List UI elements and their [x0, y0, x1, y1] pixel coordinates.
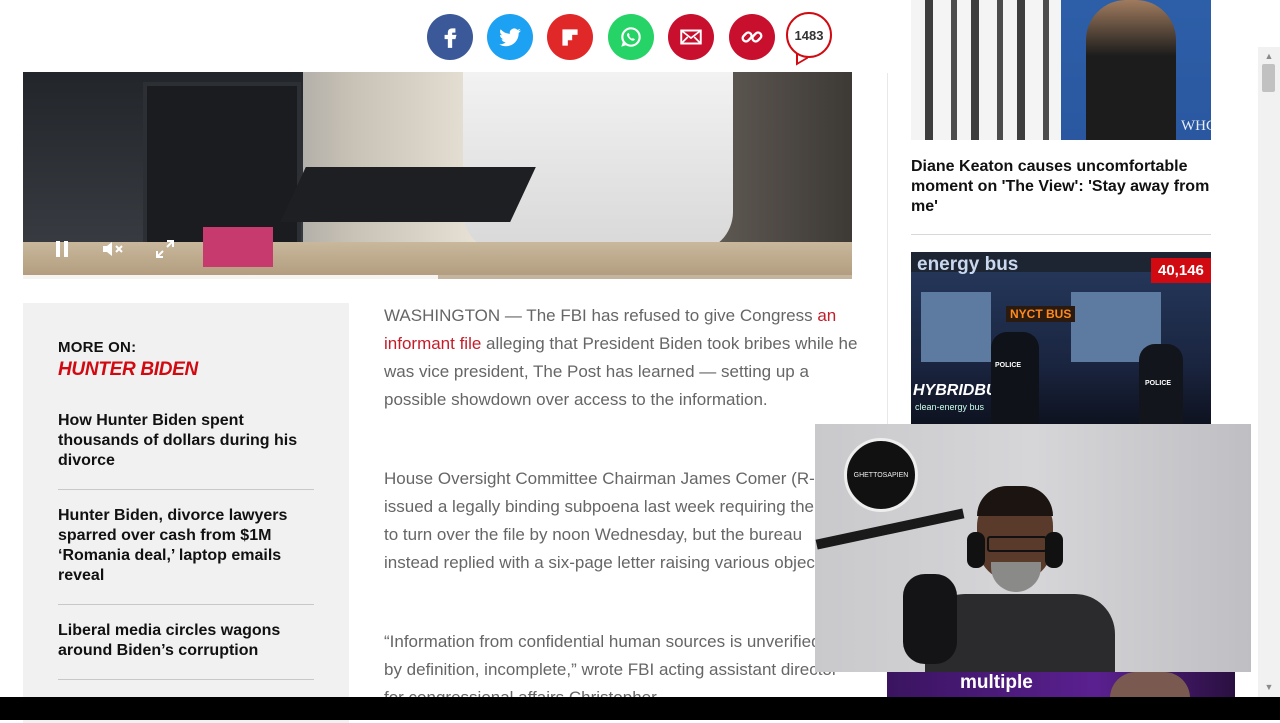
related-link-1[interactable]: How Hunter Biden spent thousands of doll… — [58, 411, 314, 471]
story-1-headline[interactable]: Diane Keaton causes uncomfortable moment… — [911, 157, 1211, 217]
facebook-icon — [444, 28, 457, 48]
more-on-topic-link[interactable]: HUNTER BIDEN — [58, 359, 198, 381]
whatsapp-share-button[interactable] — [608, 14, 654, 60]
police-label: POLICE — [995, 362, 1022, 369]
comment-count: 1483 — [794, 27, 824, 43]
bus-destination-sign: NYCT BUS — [1006, 306, 1076, 322]
video-progress-fill — [23, 275, 438, 279]
image-left-person — [911, 0, 1061, 140]
video-player[interactable] — [23, 72, 852, 279]
article-paragraph-1: WASHINGTON — The FBI has refused to give… — [384, 302, 859, 414]
police-label: POLICE — [1145, 380, 1172, 387]
flipboard-share-button[interactable] — [547, 14, 593, 60]
streamer-glasses — [987, 536, 1047, 552]
bus-window — [921, 292, 991, 362]
video-scene-desk — [23, 242, 852, 279]
streamer-hair — [977, 486, 1053, 516]
bus-top-text: energy bus — [917, 254, 1019, 275]
facebook-share-button[interactable] — [427, 14, 473, 60]
mic-arm — [815, 508, 965, 550]
video-scene-keyboard — [280, 167, 536, 222]
related-link-2[interactable]: Hunter Biden, divorce lawyers sparred ov… — [58, 506, 314, 586]
flipboard-icon — [562, 29, 578, 46]
story-1-image[interactable]: WHC — [911, 0, 1211, 140]
whatsapp-icon — [621, 27, 641, 47]
microphone — [903, 574, 957, 664]
video-scene-person — [463, 72, 733, 252]
comment-count-button[interactable]: 1483 — [786, 12, 832, 58]
related-link-3[interactable]: Liberal media circles wagons around Bide… — [58, 621, 314, 661]
muted-speaker-icon — [103, 242, 123, 256]
bus-side-subtext: clean-energy bus — [915, 402, 985, 412]
mute-button[interactable] — [101, 237, 125, 261]
twitter-share-button[interactable] — [487, 14, 533, 60]
divider — [911, 234, 1211, 235]
backdrop-text: WHC — [1181, 118, 1211, 134]
email-icon — [680, 29, 702, 45]
divider — [58, 489, 314, 490]
logo-text: GHETTOSAPIEN — [853, 471, 909, 479]
scrollbar-thumb[interactable] — [1262, 64, 1275, 92]
headphone-left — [967, 532, 985, 568]
scrollbar-track[interactable] — [1258, 47, 1280, 697]
channel-logo: GHETTOSAPIEN — [844, 438, 918, 512]
copy-link-button[interactable] — [729, 14, 775, 60]
more-on-label: MORE ON: — [58, 339, 137, 356]
streamer-beard — [991, 562, 1041, 592]
paragraph-text: WASHINGTON — The FBI has refused to give… — [384, 306, 818, 325]
expand-icon — [156, 240, 174, 258]
ad-image — [1110, 672, 1190, 698]
image-right-person — [1086, 0, 1176, 140]
video-scene-object — [203, 227, 273, 267]
fullscreen-button[interactable] — [153, 237, 177, 261]
bottom-black-bar — [0, 697, 1280, 720]
email-share-button[interactable] — [668, 14, 714, 60]
twitter-icon — [499, 28, 521, 47]
webcam-overlay: GHETTOSAPIEN — [815, 424, 1251, 672]
divider — [58, 604, 314, 605]
scroll-down-arrow-icon[interactable]: ▼ — [1258, 678, 1280, 695]
scroll-up-arrow-icon[interactable]: ▲ — [1258, 47, 1280, 64]
pause-icon — [56, 241, 68, 257]
ad-text: multiple — [960, 672, 1033, 693]
pause-button[interactable] — [50, 237, 74, 261]
story-2-view-count-badge: 40,146 — [1151, 258, 1211, 283]
headphone-right — [1045, 532, 1063, 568]
divider — [58, 679, 314, 680]
officer-figure — [991, 332, 1039, 424]
link-icon — [741, 31, 763, 43]
article-paragraph-2: House Oversight Committee Chairman James… — [384, 469, 856, 572]
